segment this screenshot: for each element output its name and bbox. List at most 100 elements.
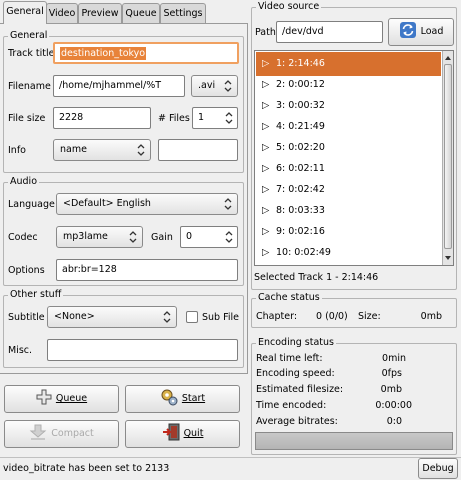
misc-input[interactable]	[47, 339, 238, 361]
language-value: <Default> English	[63, 198, 151, 209]
gain-value: 0	[186, 231, 193, 242]
track-label: 7: 0:02:42	[276, 184, 325, 195]
average-bitrates-label: Average bitrates:	[256, 416, 338, 427]
load-label: Load	[420, 26, 444, 37]
encoding-progress-bar	[255, 432, 453, 450]
track-title-label: Track title	[8, 48, 55, 59]
track-title-value: destination_tokyo	[60, 47, 147, 60]
track-label: 5: 0:02:20	[276, 142, 325, 153]
quit-label: Quit	[183, 428, 204, 439]
path-input[interactable]: /dev/dvd	[276, 21, 383, 43]
track-label: 10: 0:02:49	[276, 247, 331, 258]
subtitle-value: <None>	[54, 311, 95, 322]
sub-file-label: Sub File	[202, 312, 239, 323]
queue-label: Queue	[55, 393, 88, 404]
updown-icon	[224, 80, 232, 92]
updown-icon	[129, 231, 137, 243]
language-label: Language	[8, 199, 55, 210]
start-button[interactable]: Start	[125, 385, 240, 413]
tab-video[interactable]: Video	[46, 3, 78, 23]
tab-preview[interactable]: Preview	[78, 3, 122, 23]
start-label: Start	[181, 393, 206, 404]
file-size-input[interactable]: 2228	[53, 107, 151, 129]
chapter-value: 0 (0/0)	[316, 311, 348, 322]
files-value: 1	[198, 112, 205, 123]
track-label: 8: 0:03:33	[276, 205, 325, 216]
scroll-up-icon	[445, 56, 451, 60]
codec-label: Codec	[8, 232, 38, 243]
tab-settings[interactable]: Settings	[160, 3, 206, 23]
cache-size-value: 0mb	[420, 311, 442, 322]
options-label: Options	[8, 265, 45, 276]
track-label: 6: 0:02:11	[276, 163, 325, 174]
track-label: 9: 0:02:16	[276, 226, 325, 237]
language-select[interactable]: <Default> English	[56, 193, 238, 215]
quit-button[interactable]: Quit	[125, 420, 240, 448]
plus-icon	[36, 389, 52, 405]
track-label: 4: 0:21:49	[276, 121, 325, 132]
cache-status-frame-title: Cache status	[256, 292, 322, 304]
file-size-label: File size	[8, 113, 46, 124]
extension-select[interactable]: .avi	[191, 75, 238, 97]
cache-size-label: Size:	[358, 311, 381, 322]
exit-door-icon	[162, 423, 180, 441]
updown-icon	[224, 198, 232, 210]
subtitle-select[interactable]: <None>	[47, 306, 177, 328]
compact-icon	[29, 424, 47, 440]
files-spinner[interactable]: 1	[192, 107, 238, 129]
track-title-input[interactable]: destination_tokyo	[53, 42, 239, 64]
queue-button[interactable]: Queue	[4, 385, 119, 413]
track-row[interactable]: ▷ 10: 0:02:49	[256, 241, 441, 265]
scroll-down-icon	[445, 256, 451, 260]
misc-label: Misc.	[8, 345, 33, 356]
estimated-filesize-value: 0mb	[380, 384, 402, 395]
refresh-icon	[399, 22, 416, 38]
track-label: 1: 2:14:46	[276, 58, 325, 69]
track-label: 2: 0:00:12	[276, 79, 325, 90]
info-select[interactable]: name	[53, 139, 151, 161]
filename-input[interactable]: /home/mjhammel/%T	[53, 75, 185, 97]
real-time-left-label: Real time left:	[256, 353, 323, 364]
selected-track-label: Selected Track 1 - 2:14:46	[254, 272, 379, 283]
other-stuff-frame-title: Other stuff	[8, 289, 64, 301]
extension-value: .avi	[198, 80, 216, 91]
encoding-speed-value: 0fps	[381, 368, 402, 379]
spinner-arrows-icon	[225, 112, 233, 124]
codec-select[interactable]: mp3lame	[56, 226, 143, 248]
filename-label: Filename	[8, 81, 51, 92]
track-list-scrollbar[interactable]	[442, 51, 453, 265]
compact-button[interactable]: Compact	[4, 420, 119, 448]
time-encoded-value: 0:00:00	[375, 400, 412, 411]
gain-spinner[interactable]: 0	[180, 226, 238, 248]
real-time-left-value: 0min	[382, 353, 406, 364]
load-button[interactable]: Load	[388, 18, 454, 46]
updown-icon	[137, 144, 145, 156]
debug-button[interactable]: Debug	[418, 458, 458, 479]
estimated-filesize-label: Estimated filesize:	[256, 384, 344, 395]
info-value: name	[60, 144, 87, 155]
scrollbar-thumb[interactable]	[444, 64, 452, 249]
encoding-speed-label: Encoding speed:	[256, 368, 335, 379]
sub-file-checkbox[interactable]	[186, 311, 198, 323]
files-label: # Files	[158, 113, 190, 124]
track-label: 3: 0:00:32	[276, 100, 325, 111]
gears-icon	[161, 389, 178, 406]
track-list[interactable]: ▷ 1: 2:14:46 ▷ 2: 0:00:12 ▷ 3: 0:00:32 ▷ 4: …	[254, 50, 454, 266]
info-extra-input[interactable]	[158, 139, 238, 161]
status-message: video_bitrate has been set to 2133	[3, 463, 170, 474]
spinner-arrows-icon	[225, 231, 233, 243]
general-frame-title: General	[8, 30, 50, 42]
options-input[interactable]: abr:br=128	[56, 259, 238, 281]
tab-queue[interactable]: Queue	[122, 3, 160, 23]
subtitle-label: Subtitle	[8, 312, 45, 323]
tab-general[interactable]: General	[3, 1, 47, 24]
average-bitrates-value: 0:0	[386, 416, 402, 427]
audio-frame-title: Audio	[8, 176, 40, 188]
encoding-status-frame-title: Encoding status	[256, 337, 336, 349]
time-encoded-label: Time encoded:	[256, 400, 327, 411]
track-expander-icon: ▷	[262, 247, 270, 258]
updown-icon	[163, 311, 171, 323]
chapter-label: Chapter:	[256, 311, 298, 322]
codec-value: mp3lame	[63, 231, 108, 242]
info-label: Info	[8, 145, 26, 156]
